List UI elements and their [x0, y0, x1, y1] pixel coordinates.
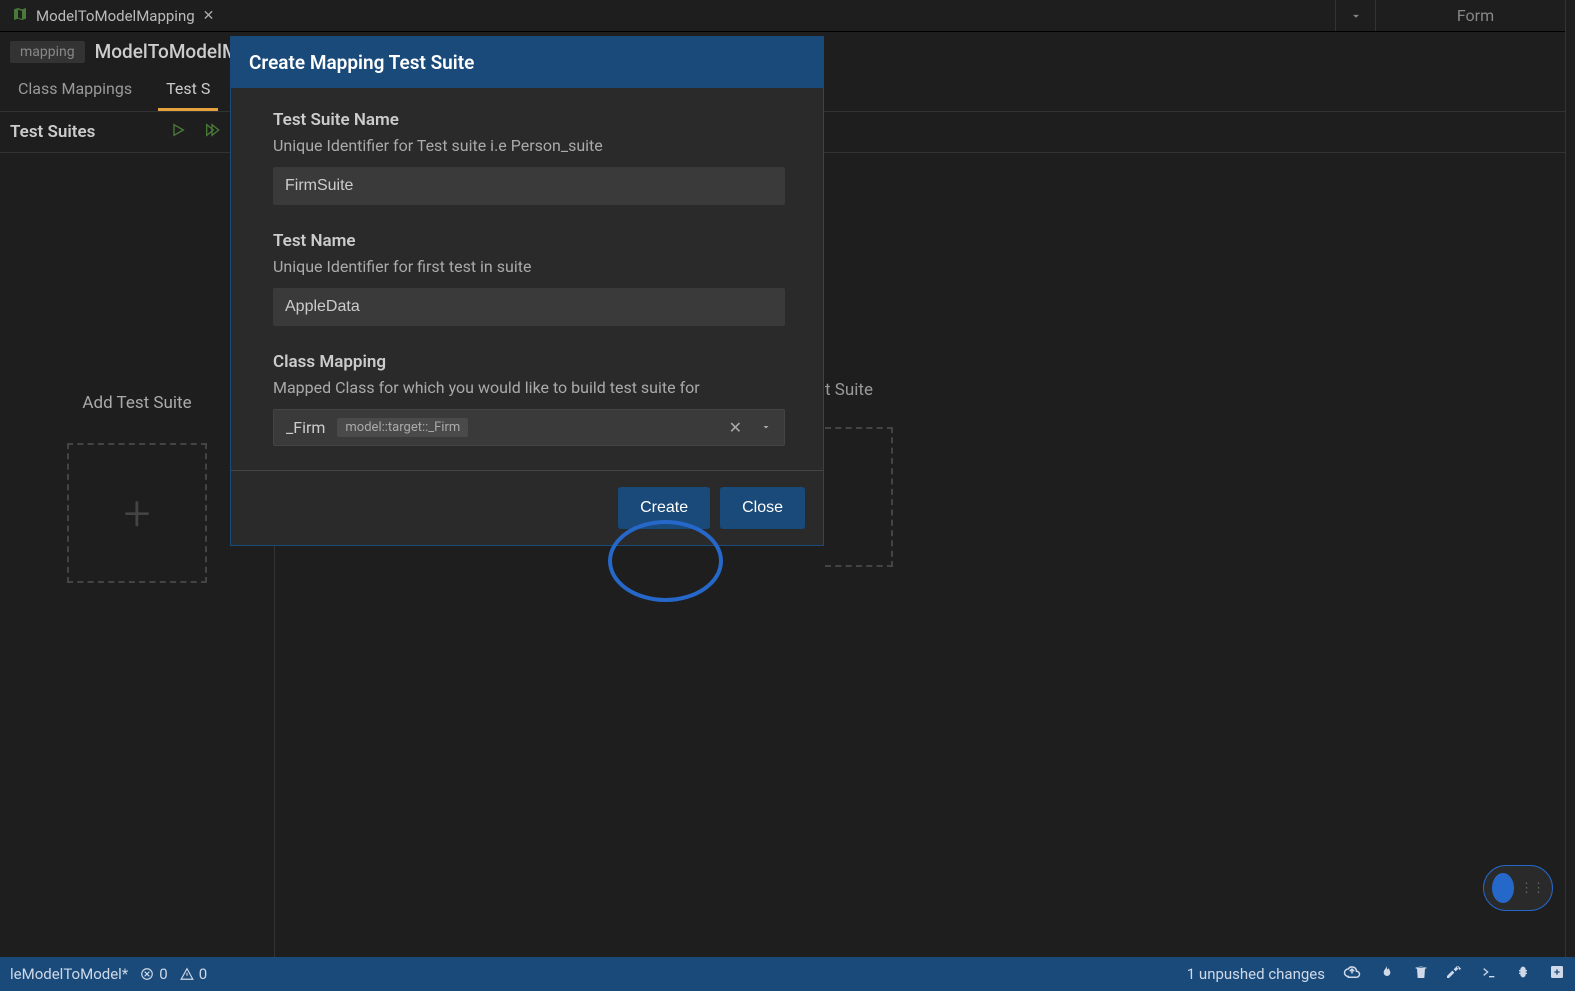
warning-icon	[180, 967, 194, 981]
label-class-mapping: Class Mapping	[273, 352, 785, 372]
plus-icon: +	[123, 485, 150, 542]
add-test-suite-label: Add Test Suite	[82, 393, 191, 413]
assistant-widget[interactable]: ⋮⋮	[1483, 865, 1553, 911]
breadcrumb-title: ModelToModelM	[95, 40, 239, 63]
create-button[interactable]: Create	[618, 487, 710, 529]
error-icon	[140, 967, 154, 981]
assistant-avatar-icon	[1492, 873, 1514, 903]
trash-icon[interactable]	[1413, 964, 1429, 984]
tab-class-mappings[interactable]: Class Mappings	[10, 71, 140, 111]
chevron-down-icon	[1349, 9, 1363, 23]
bg-add-suite-box-partial	[825, 427, 893, 567]
hint-class-mapping: Mapped Class for which you would like to…	[273, 378, 785, 397]
field-class-mapping: Class Mapping Mapped Class for which you…	[273, 352, 785, 446]
bg-add-suite-label: t Suite	[825, 380, 873, 400]
map-icon	[12, 6, 28, 26]
drag-handle-icon: ⋮⋮	[1520, 881, 1544, 896]
input-test-name[interactable]	[273, 288, 785, 326]
status-bar: leModelToModel* 0 0 1 unpushed changes	[0, 957, 1575, 991]
status-errors[interactable]: 0	[140, 965, 167, 983]
field-test-suite-name: Test Suite Name Unique Identifier for Te…	[273, 110, 785, 205]
label-test-name: Test Name	[273, 231, 785, 251]
chevron-down-icon[interactable]	[760, 418, 772, 437]
hint-test-suite-name: Unique Identifier for Test suite i.e Per…	[273, 136, 785, 155]
status-project-name[interactable]: leModelToModel*	[10, 965, 128, 983]
run-all-icon[interactable]	[204, 122, 220, 142]
flame-icon[interactable]	[1379, 964, 1395, 984]
bug-icon[interactable]	[1515, 964, 1531, 984]
status-warnings[interactable]: 0	[180, 965, 207, 983]
editor-tab-title: ModelToModelMapping	[36, 7, 195, 25]
run-icon[interactable]	[170, 122, 186, 142]
top-right-controls: Form	[1335, 0, 1575, 31]
select-value: _Firm	[286, 418, 325, 437]
clear-icon[interactable]: ✕	[729, 418, 742, 437]
select-chip: model::target::_Firm	[337, 418, 468, 437]
hint-test-name: Unique Identifier for first test in suit…	[273, 257, 785, 276]
view-mode-form[interactable]: Form	[1375, 0, 1575, 31]
close-icon[interactable]: ✕	[203, 8, 215, 24]
breadcrumb-badge: mapping	[10, 41, 85, 63]
add-test-suite-button[interactable]: +	[67, 443, 207, 583]
select-class-mapping[interactable]: _Firm model::target::_Firm ✕	[273, 409, 785, 446]
right-gutter	[1565, 0, 1575, 957]
editor-tab-bar: ModelToModelMapping ✕ Form	[0, 0, 1575, 32]
test-suites-title: Test Suites	[10, 122, 95, 142]
create-test-suite-modal: Create Mapping Test Suite Test Suite Nam…	[230, 36, 824, 546]
modal-title: Create Mapping Test Suite	[231, 37, 823, 88]
modal-footer: Create Close	[231, 470, 823, 545]
cloud-upload-icon[interactable]	[1343, 963, 1361, 985]
plus-square-icon[interactable]	[1549, 964, 1565, 984]
editor-tab-active[interactable]: ModelToModelMapping ✕	[0, 0, 226, 31]
field-test-name: Test Name Unique Identifier for first te…	[273, 231, 785, 326]
hammer-icon[interactable]	[1447, 964, 1463, 984]
status-unpushed[interactable]: 1 unpushed changes	[1187, 965, 1325, 983]
tab-test-suites[interactable]: Test S	[158, 71, 218, 111]
close-button[interactable]: Close	[720, 487, 805, 529]
modal-body: Test Suite Name Unique Identifier for Te…	[231, 88, 823, 470]
input-test-suite-name[interactable]	[273, 167, 785, 205]
tab-dropdown-toggle[interactable]	[1335, 0, 1375, 31]
label-test-suite-name: Test Suite Name	[273, 110, 785, 130]
terminal-icon[interactable]	[1481, 964, 1497, 984]
